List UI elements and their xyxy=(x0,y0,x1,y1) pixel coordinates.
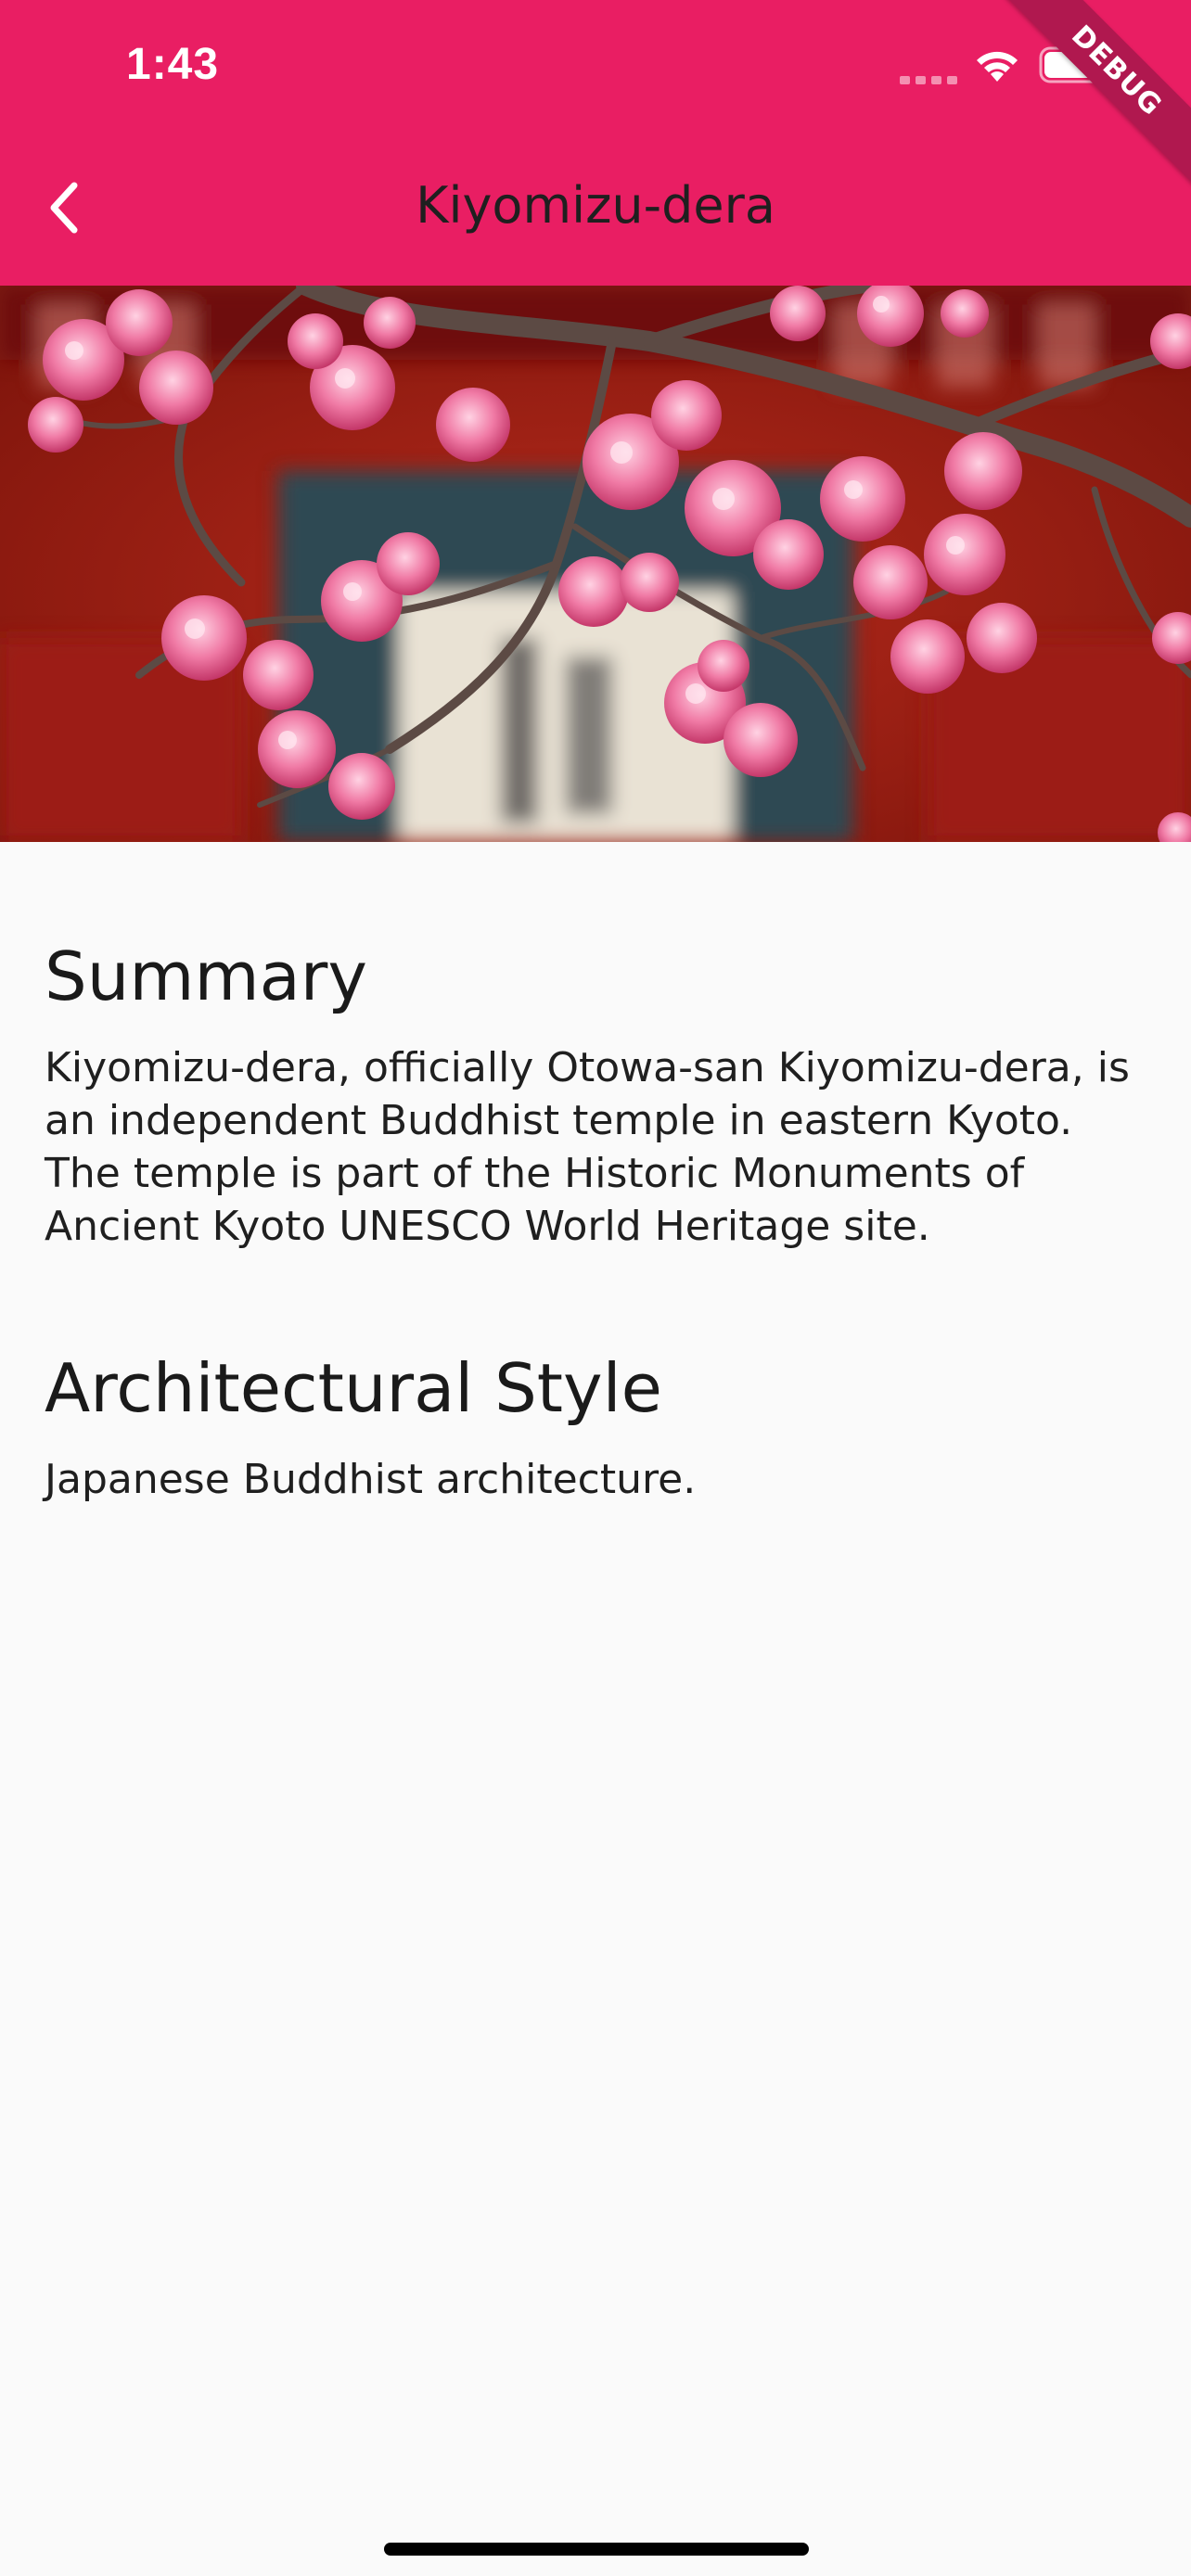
summary-text: Kiyomizu-dera, officially Otowa-san Kiyo… xyxy=(45,1044,1130,1250)
status-time: 1:43 xyxy=(126,40,220,89)
screen: 1:43 Kiyomizu-dera DEBUG Summary Kiyomiz… xyxy=(0,0,1191,2576)
home-indicator[interactable] xyxy=(384,2543,809,2556)
summary-heading: Summary xyxy=(45,937,367,1015)
page-title: Kiyomizu-dera xyxy=(416,176,775,235)
summary-section: Summary Kiyomizu-dera, officially Otowa-… xyxy=(45,932,1148,1253)
debug-banner: DEBUG xyxy=(1000,0,1191,187)
content: Summary Kiyomizu-dera, officially Otowa-… xyxy=(45,932,1148,1506)
hero-image xyxy=(0,286,1191,842)
wifi-icon xyxy=(977,51,1018,82)
architectural-style-heading: Architectural Style xyxy=(45,1349,662,1427)
architectural-style-section: Architectural Style Japanese Buddhist ar… xyxy=(45,1344,1148,1506)
architectural-style-text: Japanese Buddhist architecture. xyxy=(45,1456,697,1503)
plum-blossom-image xyxy=(0,286,1191,842)
cellular-signal-icon xyxy=(900,76,957,84)
app-bar: 1:43 Kiyomizu-dera DEBUG xyxy=(0,0,1191,286)
